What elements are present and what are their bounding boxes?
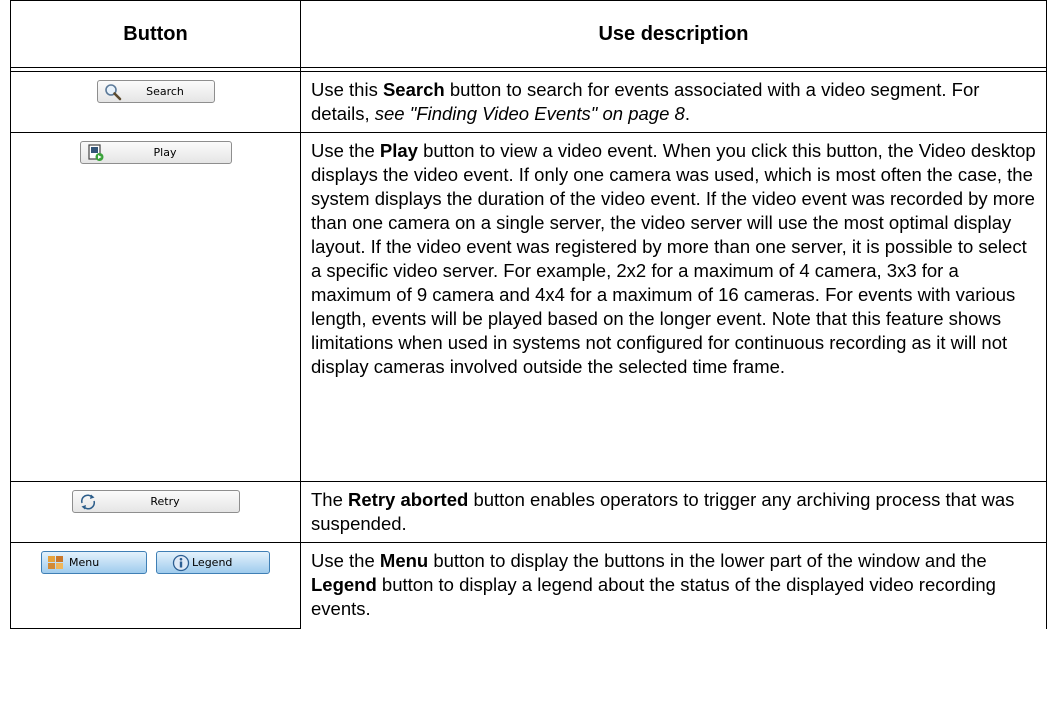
header-use-description: Use description [300,0,1047,68]
retry-arrows-icon [78,493,98,511]
retry-button-label: Retry [150,495,180,508]
description-cell: Use the Play button to view a video even… [300,132,1047,482]
magnifier-icon [103,83,123,101]
menu-button-label: Menu [69,556,100,569]
description-cell: Use this Search button to search for eve… [300,71,1047,133]
table-row: Retry The Retry aborted button enables o… [10,481,1047,543]
retry-button[interactable]: Retry [71,490,240,513]
header-row: Button Use description [10,0,1047,68]
table-row: Play Use the Play button to view a video… [10,132,1047,482]
table-row: Search Use this Search button to search … [10,71,1047,133]
play-button-label: Play [153,146,177,159]
cross-reference-link[interactable]: see "Finding Video Events" on page 8 [375,103,685,124]
button-description-table: Button Use description Search Use this S… [10,0,1047,629]
menu-button[interactable]: Menu [41,551,147,574]
button-cell: Play [10,132,301,482]
table-row: Menu Legend Use the Menu button to displ… [10,542,1047,629]
description-cell: The Retry aborted button enables operato… [300,481,1047,543]
play-document-icon [86,143,106,162]
play-button[interactable]: Play [79,141,232,164]
info-legend-icon [171,554,191,572]
search-button[interactable]: Search [96,80,215,103]
legend-button-label: Legend [192,556,233,569]
button-cell: Retry [10,481,301,543]
description-cell: Use the Menu button to display the butto… [300,542,1047,629]
menu-puzzle-icon [46,554,66,572]
header-button: Button [10,0,301,68]
button-cell: Search [10,71,301,133]
legend-button[interactable]: Legend [156,551,270,574]
button-cell: Menu Legend [10,542,301,629]
search-button-label: Search [146,85,184,98]
